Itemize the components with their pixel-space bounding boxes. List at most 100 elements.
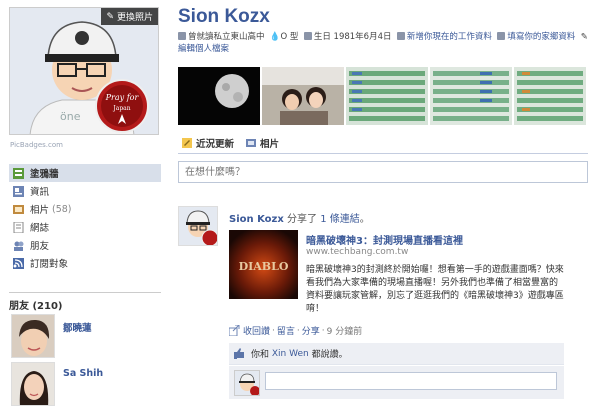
- school-text: 曾就讀私立東山高中: [188, 32, 265, 42]
- nav-item-label: 相片: [30, 205, 50, 216]
- graduation-cap-icon: [178, 32, 186, 40]
- nav-item-photos[interactable]: 相片 (58): [9, 200, 161, 218]
- profile-name[interactable]: Sion Kozx: [178, 6, 270, 28]
- story-link-count[interactable]: 1 條連結: [320, 214, 360, 225]
- profile-avatar-illustration: öne Pray for Japan: [10, 8, 158, 134]
- attachment-thumbnail[interactable]: DIABLO: [229, 230, 298, 299]
- story-verb: 分享了: [287, 214, 318, 225]
- unlike-link[interactable]: 收回讚: [243, 324, 270, 337]
- commenter-avatar: [234, 370, 260, 396]
- likes-suffix: 都說讚。: [311, 350, 348, 360]
- fill-hometown-link[interactable]: 填寫你的家鄉資料: [507, 32, 575, 42]
- profile-nav: 塗鴉牆 資訊 相片 (58) 網誌 朋友 訂閱對象: [9, 164, 161, 272]
- recent-photo[interactable]: [262, 67, 344, 125]
- recent-photo[interactable]: [514, 67, 586, 125]
- comment-link[interactable]: 留言: [277, 324, 295, 337]
- composer-tabs: 近況更新 相片: [178, 132, 588, 154]
- status-icon: [182, 137, 192, 148]
- nav-item-notes[interactable]: 網誌: [9, 218, 161, 236]
- edit-profile-link[interactable]: 編輯個人檔案: [178, 44, 229, 54]
- game-screenshot-1: [346, 67, 428, 125]
- photos-icon: [13, 204, 24, 214]
- birthday-text: 生日 1981年6月4日: [313, 32, 392, 42]
- nav-item-label: 資訊: [30, 187, 50, 198]
- nav-item-label: 訂閱對象: [30, 259, 69, 270]
- home-icon: [497, 32, 506, 40]
- blood-drop-icon: 💧: [269, 32, 281, 42]
- likes-you: 你和: [251, 350, 270, 360]
- story-author-avatar[interactable]: [178, 206, 218, 246]
- pencil-icon: ✎: [106, 11, 114, 22]
- svg-text:Japan: Japan: [112, 105, 130, 112]
- friend-item[interactable]: Sa Shih: [11, 362, 161, 408]
- change-photo-button[interactable]: ✎ 更換照片: [101, 8, 158, 25]
- recent-photo[interactable]: [430, 67, 512, 125]
- story-trail: 。: [359, 214, 370, 225]
- story-actions: 收回讚 · 留言 · 分享 · 9 分鐘前: [229, 324, 362, 337]
- thumbnail-caption: DIABLO: [239, 260, 289, 273]
- likes-sentence: 你和 Xin Wen 都說讚。: [229, 343, 564, 365]
- nav-item-friends[interactable]: 朋友: [9, 236, 161, 254]
- share-arrow-icon: [229, 325, 240, 336]
- author-avatar-image: [179, 207, 217, 245]
- recent-photos-strip: [178, 67, 588, 125]
- friends-icon: [14, 241, 24, 251]
- pencil-icon: ✎: [580, 32, 588, 42]
- left-column: öne Pray for Japan ✎ 更換照片 PicBadges.com: [0, 0, 163, 410]
- tab-status-update[interactable]: 近況更新: [182, 136, 234, 150]
- friend-item[interactable]: 鄒曉蓮: [11, 314, 161, 360]
- tab-label: 相片: [260, 138, 280, 150]
- pic-badges-credit: PicBadges.com: [10, 141, 63, 149]
- nav-item-label: 塗鴉牆: [30, 169, 59, 180]
- comment-composer: [229, 366, 564, 399]
- recent-photo[interactable]: [346, 67, 428, 125]
- friend-name[interactable]: 鄒曉蓮: [63, 320, 92, 334]
- thumbs-up-icon: [234, 348, 244, 359]
- friend-avatar-image: [12, 315, 54, 357]
- svg-text:Pray for: Pray for: [105, 93, 140, 102]
- game-screenshot-3: [514, 67, 586, 125]
- attachment-description: 暗黑破壞神3的封測終於開始囉！想看第一手的遊戲畫面嗎？快來看我們為大家準備的現場…: [306, 265, 564, 314]
- tab-photo[interactable]: 相片: [246, 136, 279, 150]
- main-column: Sion Kozx 曾就讀私立東山高中 💧O 型 生日 1981年6月4日 新增…: [178, 0, 600, 410]
- commenter-avatar-image: [235, 371, 259, 395]
- likes-friend-name[interactable]: Xin Wen: [272, 349, 309, 359]
- game-screenshot-2: [430, 67, 512, 125]
- story-author-name[interactable]: Sion Kozx: [229, 214, 284, 225]
- calendar-icon: [303, 32, 312, 40]
- profile-picture[interactable]: öne Pray for Japan ✎ 更換照片: [9, 7, 159, 135]
- diablo-thumbnail-image: DIABLO: [229, 230, 298, 299]
- share-link[interactable]: 分享: [302, 324, 320, 337]
- wall-icon: [13, 167, 24, 179]
- attachment-url: www.techbang.com.tw: [306, 247, 409, 257]
- subscriptions-icon: [13, 257, 24, 269]
- status-input[interactable]: [178, 161, 588, 183]
- friend-name[interactable]: Sa Shih: [63, 368, 103, 379]
- moon-photo: [178, 67, 260, 125]
- tab-label: 近況更新: [196, 138, 235, 150]
- notes-icon: [13, 221, 24, 233]
- nav-item-label: 網誌: [30, 223, 50, 234]
- friend-photo[interactable]: [11, 362, 55, 406]
- nav-item-info[interactable]: 資訊: [9, 182, 161, 200]
- add-work-link[interactable]: 新增你現在的工作資料: [407, 32, 492, 42]
- attachment-title[interactable]: 暗黑破壞神3：封測現場直播看這裡: [306, 232, 463, 247]
- change-photo-label: 更換照片: [116, 13, 153, 23]
- story-header: Sion Kozx 分享了 1 條連結。: [229, 210, 370, 225]
- nav-item-label: 朋友: [30, 241, 50, 252]
- nav-item-wall[interactable]: 塗鴉牆: [9, 164, 161, 182]
- svg-text:öne: öne: [60, 110, 81, 123]
- story-timestamp[interactable]: 9 分鐘前: [327, 324, 363, 337]
- blood-type-text: O 型: [280, 32, 299, 42]
- photo-count: (58): [52, 203, 72, 215]
- nav-item-subscriptions[interactable]: 訂閱對象: [9, 254, 161, 272]
- friend-avatar-image: [12, 363, 54, 405]
- info-icon: [13, 185, 24, 197]
- briefcase-icon: [396, 32, 405, 40]
- recent-photo[interactable]: [178, 67, 260, 125]
- profile-info: 曾就讀私立東山高中 💧O 型 生日 1981年6月4日 新增你現在的工作資料 填…: [178, 31, 588, 55]
- friend-photo[interactable]: [11, 314, 55, 358]
- friends-header[interactable]: 朋友 (210): [9, 292, 161, 312]
- friends-photo: [262, 67, 344, 125]
- comment-input[interactable]: [265, 372, 557, 390]
